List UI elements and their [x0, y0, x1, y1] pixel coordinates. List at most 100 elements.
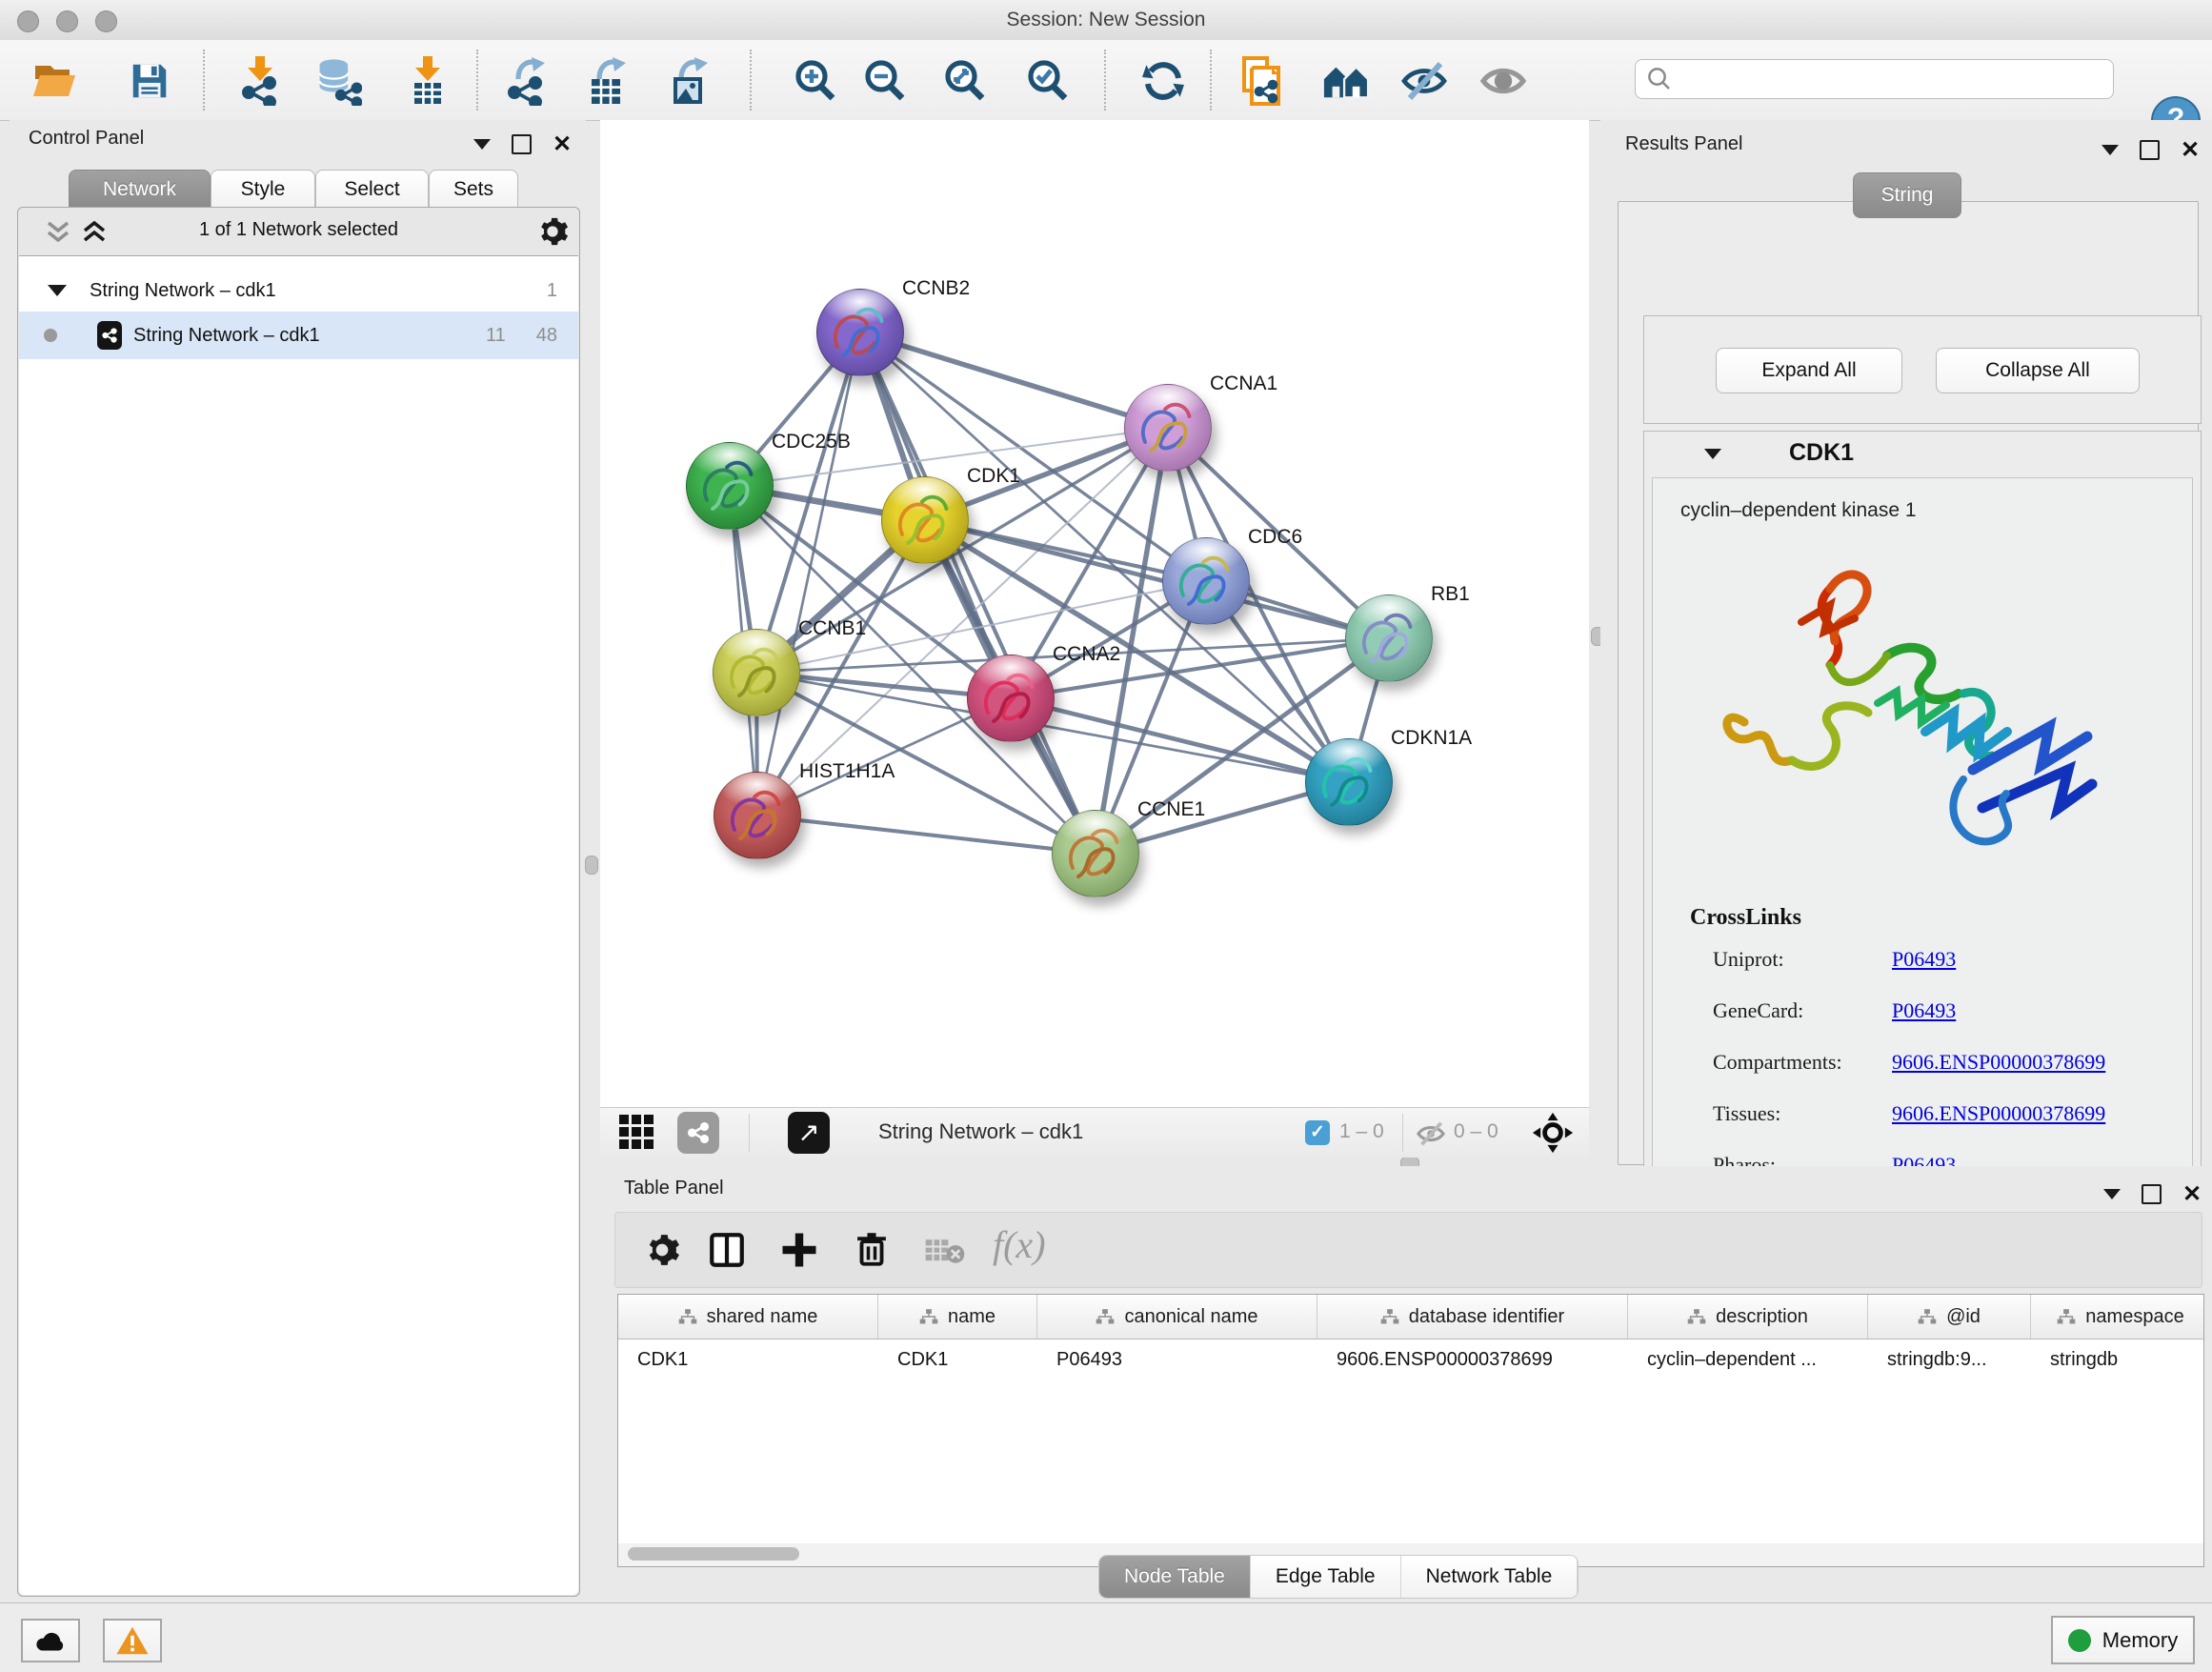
- column-header-namespace[interactable]: namespace: [2031, 1295, 2204, 1339]
- expand-all-button[interactable]: Expand All: [1716, 348, 1902, 393]
- table-cell[interactable]: stringdb:9...: [1868, 1349, 2031, 1371]
- crosslink-link[interactable]: 9606.ENSP00000378699: [1892, 1101, 2105, 1126]
- zoom-out-button[interactable]: [861, 57, 909, 105]
- column-header-description[interactable]: description: [1628, 1295, 1868, 1339]
- maximize-window-button[interactable]: [95, 10, 117, 32]
- export-table-button[interactable]: [583, 57, 631, 105]
- network-node-cdk1[interactable]: [881, 476, 969, 564]
- collapse-all-button[interactable]: Collapse All: [1936, 348, 2140, 393]
- close-panel-icon[interactable]: ✕: [553, 136, 572, 152]
- float-panel-icon[interactable]: [2103, 1189, 2121, 1199]
- minimize-window-button[interactable]: [56, 10, 78, 32]
- hide-selected-button[interactable]: [1400, 57, 1448, 105]
- maximize-panel-icon[interactable]: [512, 134, 532, 154]
- warning-button[interactable]: [103, 1619, 162, 1662]
- crosslink-link[interactable]: 9606.ENSP00000378699: [1892, 1050, 2105, 1075]
- table-cell[interactable]: 9606.ENSP00000378699: [1317, 1349, 1628, 1371]
- crosslink-link[interactable]: P06493: [1892, 998, 1956, 1023]
- column-header-databaseidentifier[interactable]: database identifier: [1317, 1295, 1628, 1339]
- protein-entry-header[interactable]: CDK1: [1644, 432, 2201, 477]
- network-node-ccnb2[interactable]: [816, 289, 904, 376]
- refresh-button[interactable]: [1139, 57, 1187, 105]
- table-panel-controls: ✕: [2103, 1179, 2202, 1208]
- zoom-fit-button[interactable]: [941, 57, 989, 105]
- show-all-button[interactable]: [1479, 57, 1527, 105]
- network-collection-row[interactable]: String Network – cdk1 1: [19, 270, 578, 312]
- export-network-button[interactable]: [502, 57, 550, 105]
- table-cell[interactable]: stringdb: [2031, 1349, 2204, 1371]
- first-neighbors-button[interactable]: [1322, 57, 1370, 105]
- clipboard-network-button[interactable]: [1237, 57, 1284, 105]
- hidden-eye-slash-icon[interactable]: [1415, 1119, 1447, 1148]
- collection-expand-arrow-icon[interactable]: [48, 285, 67, 296]
- fit-selection-crosshair-icon[interactable]: [1532, 1112, 1574, 1154]
- entry-expand-arrow-icon[interactable]: [1704, 449, 1721, 459]
- network-row-selected[interactable]: String Network – cdk1 11 48: [19, 312, 578, 359]
- table-cell[interactable]: P06493: [1037, 1349, 1317, 1371]
- import-network-from-database-button[interactable]: [314, 57, 362, 105]
- tab-style[interactable]: Style: [211, 170, 315, 210]
- column-header-canonicalname[interactable]: canonical name: [1037, 1295, 1317, 1339]
- table-row[interactable]: CDK1CDK1P064939606.ENSP00000378699cyclin…: [618, 1339, 2203, 1380]
- gear-icon[interactable]: [536, 215, 569, 248]
- open-in-window-icon[interactable]: ↗: [788, 1112, 830, 1154]
- import-network-button[interactable]: [236, 57, 284, 105]
- tab-edge-table[interactable]: Edge Table: [1251, 1556, 1401, 1598]
- search-input[interactable]: [1674, 68, 2087, 91]
- tab-network-table[interactable]: Network Table: [1401, 1556, 1579, 1598]
- network-node-ccna2[interactable]: [967, 655, 1055, 742]
- create-row-plus-icon[interactable]: [779, 1230, 819, 1270]
- float-panel-icon[interactable]: [2101, 145, 2119, 155]
- float-panel-icon[interactable]: [473, 139, 491, 150]
- table-cell[interactable]: CDK1: [878, 1349, 1037, 1371]
- maximize-panel-icon[interactable]: [2140, 140, 2160, 160]
- network-node-ccne1[interactable]: [1052, 810, 1139, 897]
- birds-eye-grid-icon[interactable]: [619, 1115, 657, 1151]
- table-gear-icon[interactable]: [644, 1232, 680, 1268]
- zoom-in-button[interactable]: [792, 57, 839, 105]
- network-edge-cdk1-rb1[interactable]: [925, 520, 1389, 638]
- tab-node-table[interactable]: Node Table: [1099, 1556, 1251, 1598]
- close-panel-icon[interactable]: ✕: [2182, 1186, 2202, 1202]
- string-view-badge-icon[interactable]: [677, 1112, 719, 1154]
- column-header-id[interactable]: @id: [1868, 1295, 2031, 1339]
- delete-trash-icon[interactable]: [852, 1229, 892, 1269]
- table-cell[interactable]: cyclin–dependent ...: [1628, 1349, 1868, 1371]
- close-panel-icon[interactable]: ✕: [2181, 142, 2200, 158]
- scrollbar-thumb[interactable]: [628, 1547, 799, 1561]
- cloud-button[interactable]: [21, 1619, 80, 1662]
- network-canvas[interactable]: CCNB2CCNA1CDC25BCDK1CDC6RB1CCNB1CCNA2CDK…: [600, 120, 1589, 1107]
- maximize-panel-icon[interactable]: [2142, 1184, 2162, 1204]
- network-node-ccna1[interactable]: [1124, 384, 1212, 472]
- tab-network[interactable]: Network: [69, 170, 211, 210]
- add-column-icon[interactable]: [707, 1230, 747, 1270]
- import-table-button[interactable]: [404, 57, 452, 105]
- network-node-cdc6[interactable]: [1162, 537, 1250, 625]
- crosslink-link[interactable]: P06493: [1892, 947, 1956, 972]
- column-header-sharedname[interactable]: shared name: [618, 1295, 878, 1339]
- save-session-button[interactable]: [126, 57, 173, 105]
- zoom-selected-button[interactable]: [1024, 57, 1072, 105]
- tab-string[interactable]: String: [1853, 172, 1961, 218]
- selected-checkbox-icon[interactable]: ✓: [1305, 1120, 1330, 1145]
- crosslink-label: GeneCard:: [1713, 998, 1892, 1023]
- open-file-button[interactable]: [30, 57, 78, 105]
- network-node-hist1h1a[interactable]: [714, 772, 801, 859]
- network-edge-count: 48: [536, 325, 557, 347]
- network-node-ccnb1[interactable]: [713, 629, 800, 716]
- network-edge-ccnb2-ccna1[interactable]: [860, 332, 1168, 428]
- column-header-name[interactable]: name: [878, 1295, 1037, 1339]
- table-cell[interactable]: CDK1: [618, 1349, 878, 1371]
- export-image-button[interactable]: [665, 57, 713, 105]
- memory-button[interactable]: Memory: [2051, 1616, 2195, 1664]
- protein-ribbon-thumbnail-icon: [817, 290, 903, 375]
- left-splitter-handle[interactable]: [585, 856, 598, 875]
- close-window-button[interactable]: [17, 10, 39, 32]
- network-edge-hist1h1a-ccne1[interactable]: [757, 816, 1096, 854]
- network-node-rb1[interactable]: [1345, 594, 1433, 682]
- network-node-cdc25b[interactable]: [686, 442, 774, 530]
- tab-select[interactable]: Select: [315, 170, 429, 210]
- network-edge-ccnb2-ccne1[interactable]: [860, 332, 1096, 854]
- tab-sets[interactable]: Sets: [429, 170, 518, 210]
- network-node-cdkn1a[interactable]: [1305, 738, 1393, 826]
